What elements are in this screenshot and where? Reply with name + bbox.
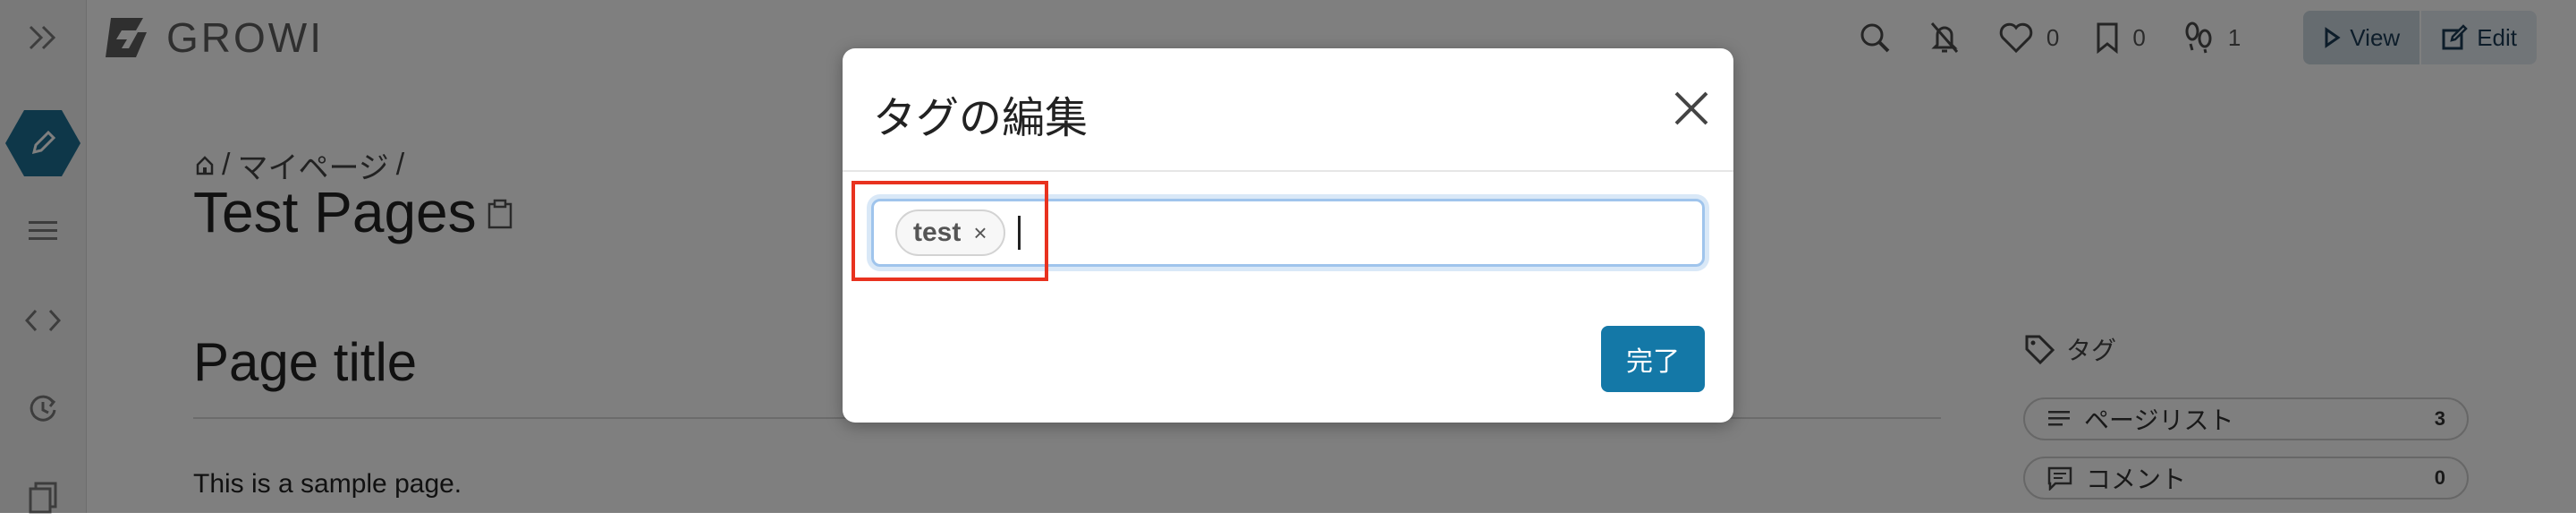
modal-header: タグの編集 (843, 48, 1733, 172)
modal-title: タグの編集 (873, 95, 1089, 142)
highlight-annotation-box (852, 181, 1048, 281)
close-icon[interactable] (1671, 88, 1712, 129)
done-button[interactable]: 完了 (1601, 326, 1705, 392)
